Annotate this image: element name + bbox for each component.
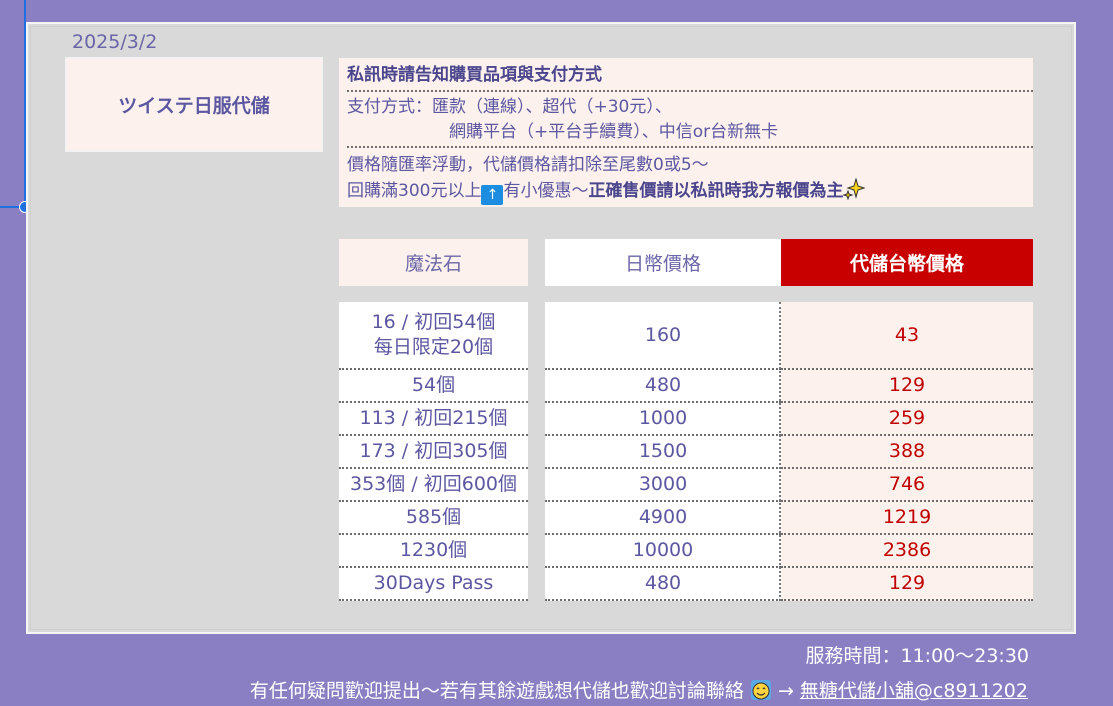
table-row-twd: 129 — [781, 370, 1033, 403]
info-price-note: 價格隨匯率浮動，代儲價格請扣除至尾數0或5～ 回購滿300元以上 ↑ 有小優惠～正確… — [347, 150, 1033, 207]
table-row-twd: 129 — [781, 568, 1033, 601]
table-row-jpy: 1000 — [545, 403, 781, 436]
table-row-stones: 30Days Pass — [339, 568, 528, 601]
table-row-jpy: 480 — [545, 370, 781, 403]
payment-methods-line-2: 網購平台（+平台手續費）、中信or台新無卡 — [449, 122, 779, 142]
price-note-line-1: 價格隨匯率浮動，代儲價格請扣除至尾數0或5～ — [347, 155, 709, 175]
table-row-stones: 16 / 初回54個 每日限定20個 — [339, 302, 528, 370]
table-row-twd: 43 — [781, 302, 1033, 370]
payment-methods-line-1: 支付方式：匯款（連線）、超代（+30元）、 — [347, 97, 672, 117]
stones-label: 16 / 初回54個 — [371, 311, 496, 333]
contact-link[interactable]: 無糖代儲小舖@c8911202 — [800, 680, 1028, 702]
table-row-jpy: 1500 — [545, 436, 781, 469]
header-twd-price: 代儲台幣價格 — [781, 239, 1033, 286]
smiling-face-emoji-icon — [750, 680, 771, 700]
table-row-jpy: 3000 — [545, 469, 781, 502]
table-row-stones: 54個 — [339, 370, 528, 403]
table-row-twd: 388 — [781, 436, 1033, 469]
discount-text: 有小優惠～ — [503, 181, 589, 201]
stones-sublabel: 每日限定20個 — [373, 336, 494, 358]
price-note-line-2: 回購滿300元以上 ↑ 有小優惠～正確售價請以私訊時我方報價為主 — [347, 178, 1033, 205]
table-row-jpy: 10000 — [545, 535, 781, 568]
header-jpy-price: 日幣價格 — [545, 239, 781, 286]
service-hours: 服務時間：11:00～23:30 — [805, 645, 1029, 667]
date-label: 2025/3/2 — [72, 31, 158, 53]
table-row-stones: 113 / 初回215個 — [339, 403, 528, 436]
info-payment: 支付方式：匯款（連線）、超代（+30元）、 網購平台（+平台手續費）、中信or台… — [347, 92, 1033, 148]
header-magic-stones: 魔法石 — [339, 239, 528, 286]
shop-name: ツイステ日服代儲 — [118, 95, 270, 117]
table-row-stones: 1230個 — [339, 535, 528, 568]
table-row-stones: 585個 — [339, 502, 528, 535]
table-row-stones: 353個 / 初回600個 — [339, 469, 528, 502]
arrow-glyph: → — [777, 680, 794, 702]
info-instructions: 私訊時請告知購買品項與支付方式 — [347, 58, 1033, 92]
info-box: 私訊時請告知購買品項與支付方式 支付方式：匯款（連線）、超代（+30元）、 網購… — [339, 58, 1033, 207]
up-arrow-icon: ↑ — [481, 185, 504, 205]
shop-name-box: ツイステ日服代儲 — [65, 57, 323, 152]
table-row-jpy: 4900 — [545, 502, 781, 535]
price-disclaimer: 正確售價請以私訊時我方報價為主 — [588, 181, 844, 201]
footer-message-line: 有任何疑問歡迎提出～若有其餘遊戲想代儲也歡迎討論聯絡 → 無糖代儲小舖@c891… — [250, 676, 1028, 703]
table-row-stones: 173 / 初回305個 — [339, 436, 528, 469]
table-row-jpy: 160 — [545, 302, 781, 370]
footer-message: 有任何疑問歡迎提出～若有其餘遊戲想代儲也歡迎討論聯絡 — [249, 680, 744, 702]
table-row-twd: 259 — [781, 403, 1033, 436]
table-row-jpy: 480 — [545, 568, 781, 601]
repurchase-text: 回購滿300元以上 — [347, 181, 482, 201]
table-row-twd: 746 — [781, 469, 1033, 502]
sparkle-icon — [843, 178, 866, 200]
table-row-twd: 2386 — [781, 535, 1033, 568]
table-row-twd: 1219 — [781, 502, 1033, 535]
